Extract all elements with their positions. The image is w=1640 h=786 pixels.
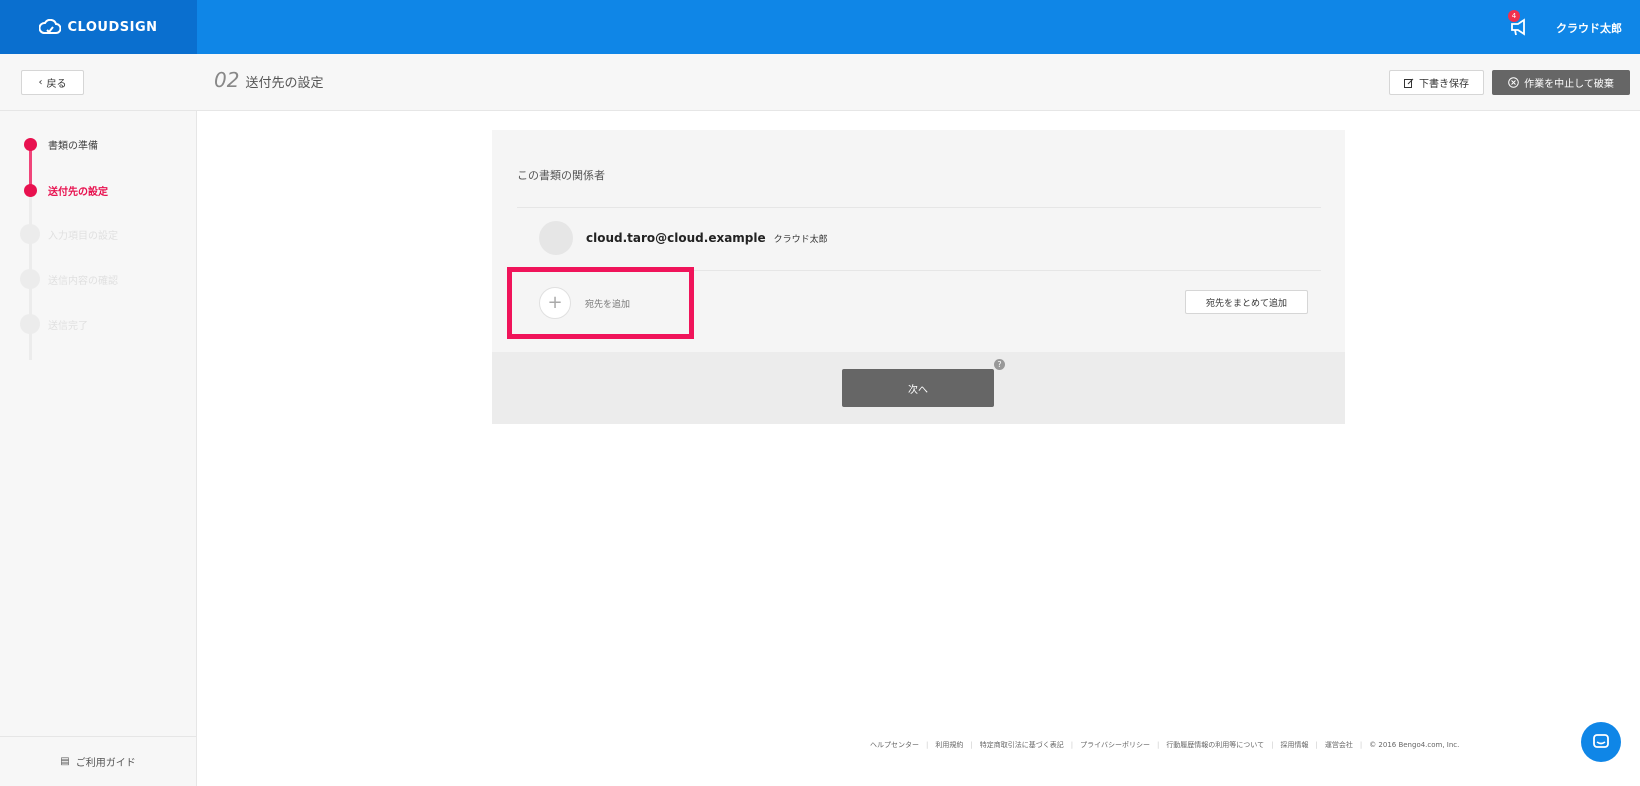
step-label: 送付先の設定 — [48, 186, 108, 198]
step-dot — [20, 314, 40, 334]
section-title: この書類の関係者 — [517, 169, 605, 182]
usage-guide-label: ご利用ガイド — [75, 758, 136, 769]
participant-row: cloud.taro@cloud.example クラウド太郎 — [539, 221, 828, 255]
cloud-logo-icon — [39, 19, 62, 34]
footer-link[interactable]: 運営会社 — [1325, 740, 1353, 750]
footer-link[interactable]: 採用情報 — [1280, 740, 1308, 750]
book-icon: ▤ — [60, 756, 70, 767]
step-label: 送信内容の確認 — [48, 275, 118, 287]
help-icon[interactable]: ? — [994, 359, 1005, 370]
edit-icon — [1404, 78, 1414, 88]
step-title-label: 送付先の設定 — [245, 76, 324, 91]
page-title: 02 送付先の設定 — [214, 68, 323, 92]
next-button[interactable]: 次へ — [842, 369, 994, 407]
sidebar: 書類の準備 送付先の設定 入力項目の設定 送信内容の確認 送信完了 ▤ ご利用ガ… — [0, 111, 197, 786]
close-circle-icon — [1508, 77, 1519, 88]
footer-link[interactable]: プライバシーポリシー — [1080, 740, 1150, 750]
step-label: 書類の準備 — [48, 140, 98, 152]
user-menu[interactable]: クラウド太郎 — [1556, 20, 1622, 36]
step-dot — [20, 180, 40, 200]
usage-guide-link[interactable]: ▤ ご利用ガイド — [0, 736, 196, 786]
step-dot — [20, 224, 40, 244]
footer-link[interactable]: 利用規約 — [935, 740, 963, 750]
discard-label: 作業を中止して破棄 — [1524, 79, 1614, 90]
step-label: 送信完了 — [48, 320, 88, 332]
sidebar-step-complete: 送信完了 — [20, 314, 88, 334]
save-draft-label: 下書き保存 — [1419, 79, 1469, 90]
back-button-label: 戻る — [46, 79, 67, 90]
bulk-add-recipients-button[interactable]: 宛先をまとめて追加 — [1185, 290, 1308, 314]
participant-name: クラウド太郎 — [773, 234, 828, 245]
sidebar-step-fields: 入力項目の設定 — [20, 224, 118, 244]
logo[interactable]: CLOUDSIGN — [0, 0, 197, 54]
sidebar-step-confirm: 送信内容の確認 — [20, 269, 118, 289]
copyright: © 2016 Bengo4.com, Inc. — [1369, 741, 1460, 749]
card-footer: 次へ ? — [492, 352, 1345, 424]
discard-button[interactable]: 作業を中止して破棄 — [1492, 70, 1630, 95]
top-bar: CLOUDSIGN 4 クラウド太郎 — [0, 0, 1640, 54]
divider — [517, 207, 1321, 208]
footer-links: ヘルプセンター | 利用規約 | 特定商取引法に基づく表記 | プライバシーポリシー |… — [870, 740, 1460, 750]
participant-email: cloud.taro@cloud.example — [586, 231, 766, 245]
chat-support-button[interactable] — [1581, 722, 1621, 762]
notifications-button[interactable]: 4 — [1508, 10, 1532, 38]
sub-header: ‹ 戻る 02 送付先の設定 下書き保存 作業を中止して破棄 — [0, 54, 1640, 111]
avatar — [539, 221, 573, 255]
sidebar-step-prepare[interactable]: 書類の準備 — [20, 134, 98, 154]
chevron-left-icon: ‹ — [38, 77, 43, 88]
save-draft-button[interactable]: 下書き保存 — [1389, 70, 1484, 95]
highlight-box — [507, 267, 694, 339]
step-dot — [20, 134, 40, 154]
step-number: 02 — [214, 68, 240, 92]
back-button[interactable]: ‹ 戻る — [21, 70, 84, 95]
sidebar-step-recipients[interactable]: 送付先の設定 — [20, 180, 108, 200]
footer-link[interactable]: ヘルプセンター — [870, 740, 919, 750]
logo-text: CLOUDSIGN — [67, 19, 158, 35]
notification-badge: 4 — [1508, 10, 1520, 22]
footer-link[interactable]: 特定商取引法に基づく表記 — [980, 740, 1064, 750]
footer-link[interactable]: 行動履歴情報の利用等について — [1166, 740, 1264, 750]
step-label: 入力項目の設定 — [48, 230, 118, 242]
step-dot — [20, 269, 40, 289]
chat-icon — [1593, 734, 1609, 748]
